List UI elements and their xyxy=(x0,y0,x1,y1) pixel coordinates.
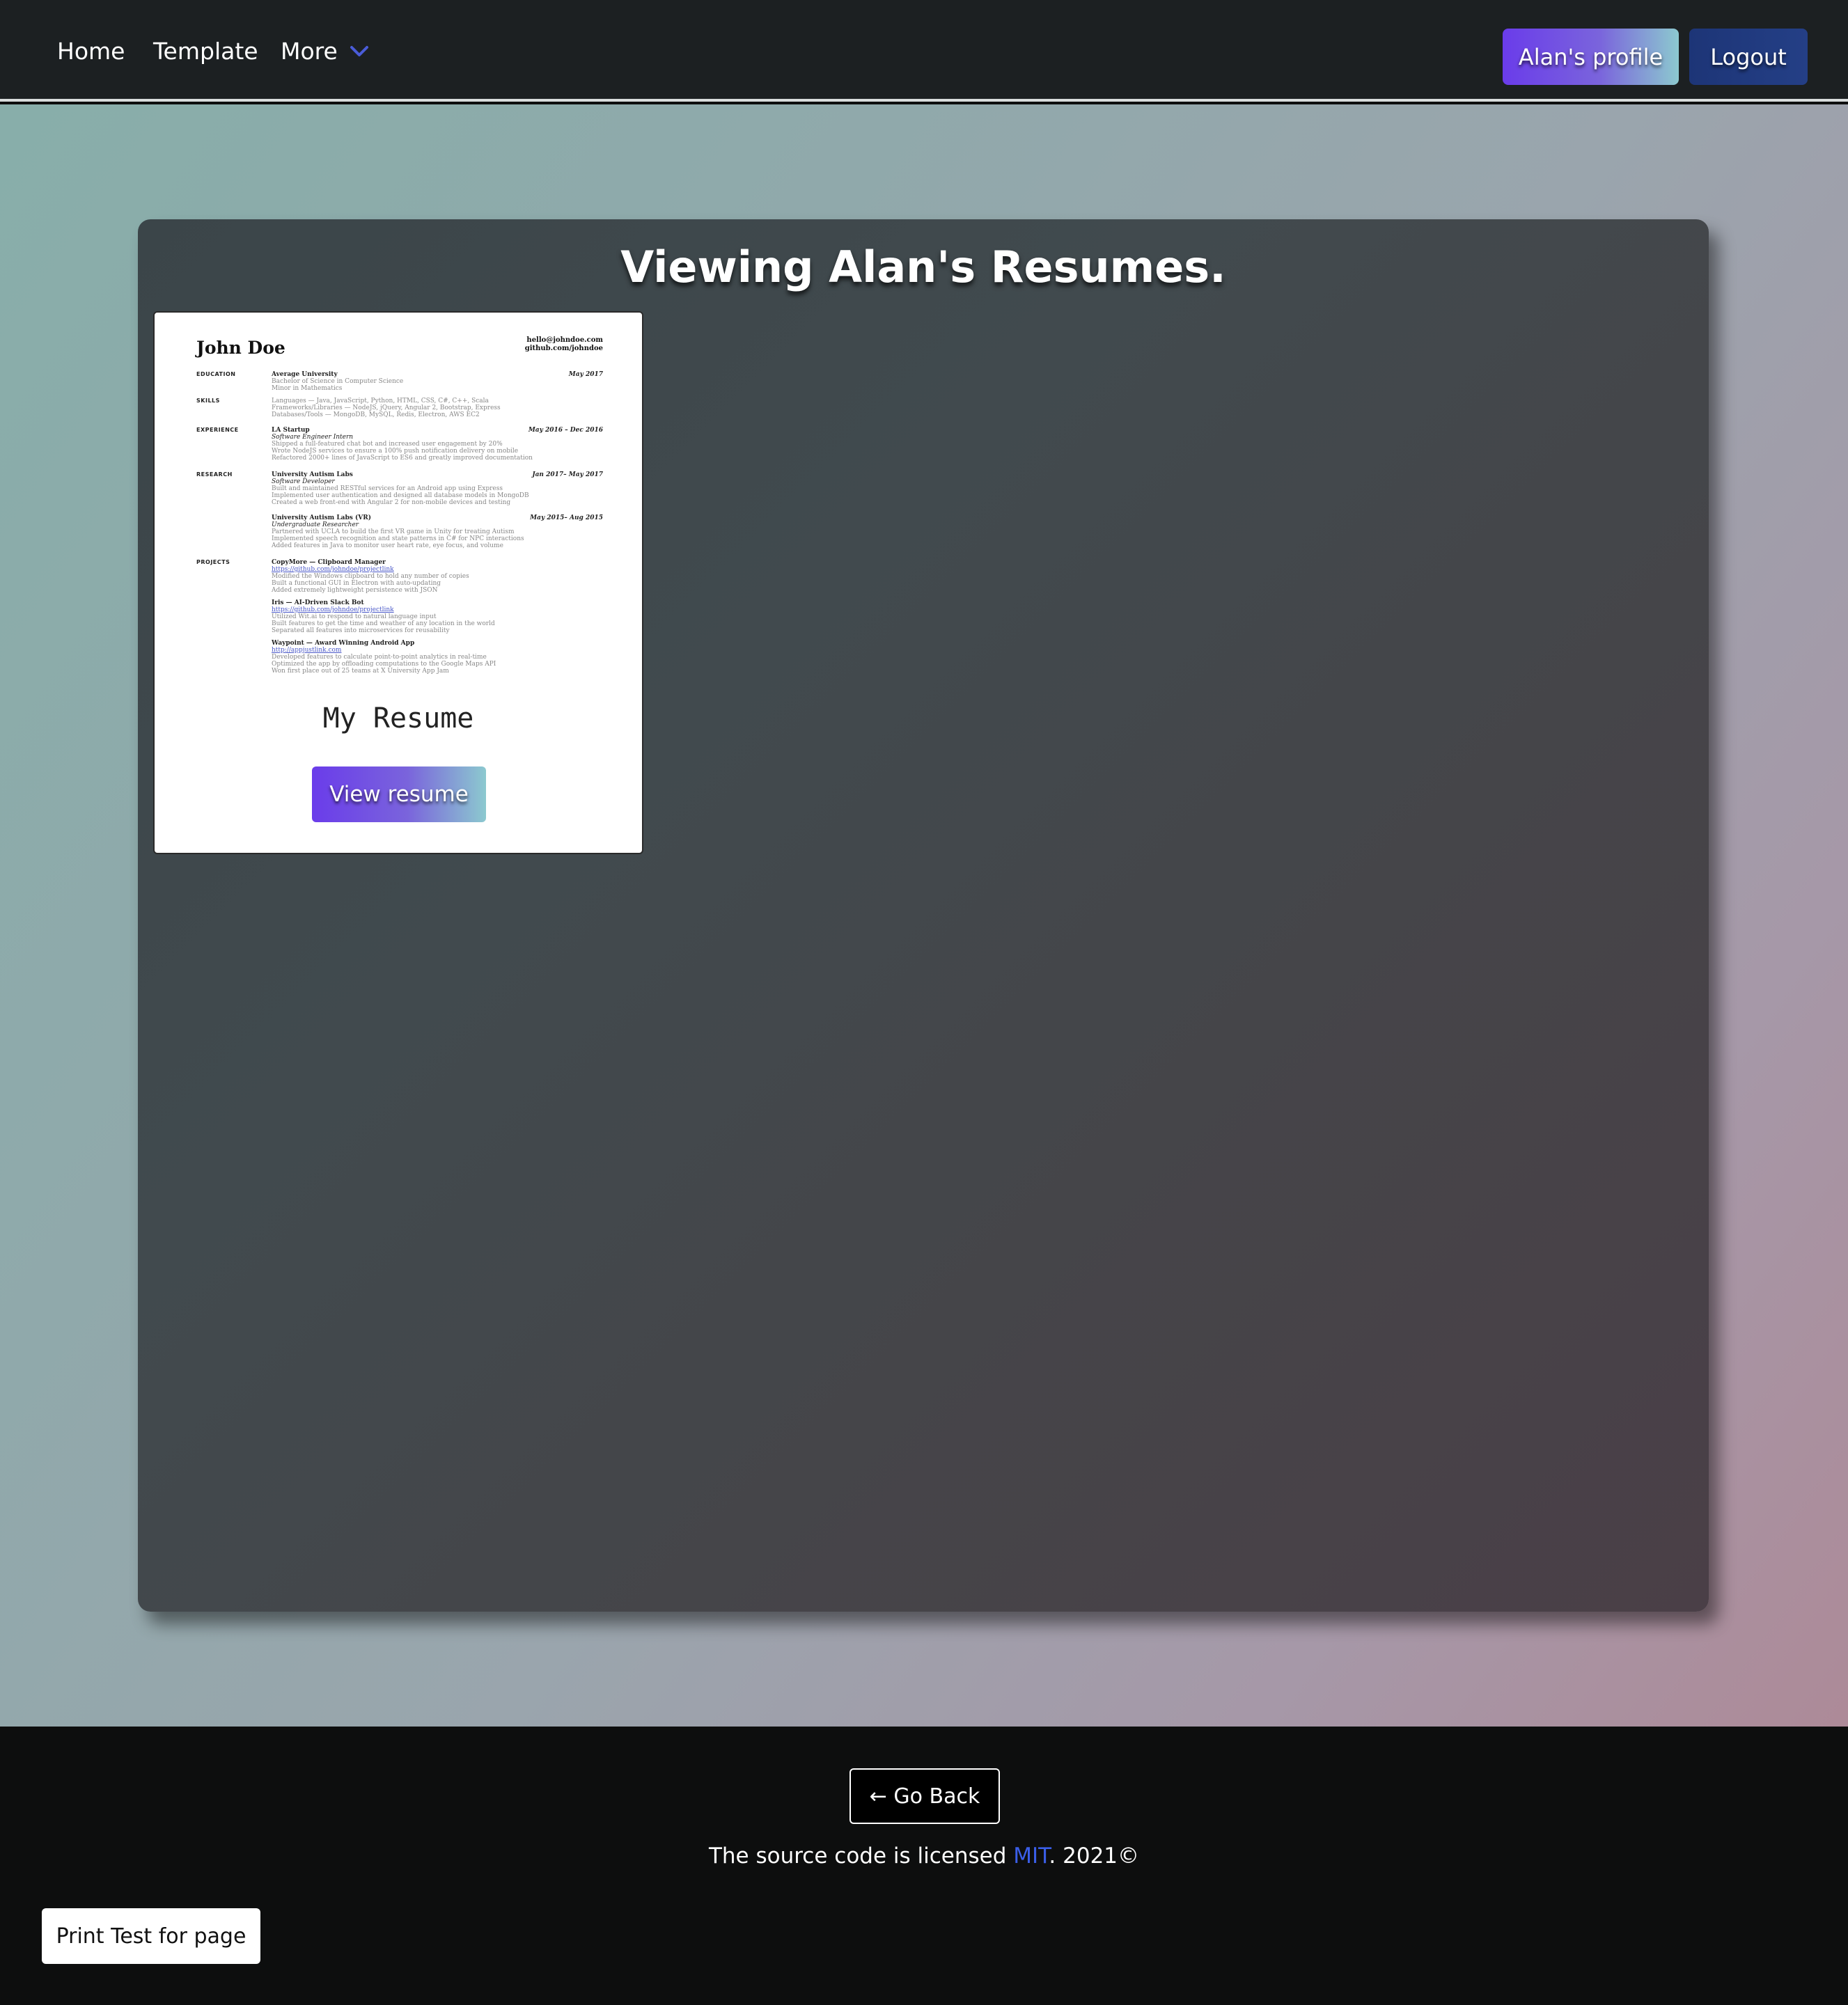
view-resume-button[interactable]: View resume xyxy=(312,766,486,822)
preview-project-1: CopyMore — Clipboard Manager https://git… xyxy=(272,559,469,594)
nav-home-link[interactable]: Home xyxy=(57,36,125,68)
go-back-button[interactable]: ← Go Back xyxy=(849,1768,1000,1824)
page-title: Viewing Alan's Resumes. xyxy=(620,242,1226,292)
preview-section-label: EXPERIENCE xyxy=(196,427,239,433)
resume-title: My Resume xyxy=(322,702,474,734)
preview-research-1: University Autism Labs Jan 2017– May 201… xyxy=(272,471,603,506)
preview-contact: hello@johndoe.com github.com/johndoe xyxy=(524,336,603,352)
profile-button[interactable]: Alan's profile xyxy=(1503,29,1679,85)
preview-research-2: University Autism Labs (VR) May 2015– Au… xyxy=(272,514,603,549)
preview-section-label: EDUCATION xyxy=(196,371,236,377)
preview-section-label: SKILLS xyxy=(196,398,220,404)
preview-project-2: Iris — AI-Driven Slack Bot https://githu… xyxy=(272,599,495,634)
logout-button[interactable]: Logout xyxy=(1689,29,1808,85)
resume-preview-thumbnail: John Doe hello@johndoe.com github.com/jo… xyxy=(177,328,622,690)
footer: ← Go Back The source code is licensed MI… xyxy=(0,1727,1848,2005)
preview-section-label: RESEARCH xyxy=(196,471,233,478)
preview-project-3: Waypoint — Award Winning Android App htt… xyxy=(272,640,496,675)
top-navbar: Home Template More Alan's profile Logout xyxy=(0,0,1848,102)
preview-education: Average University May 2017 Bachelor of … xyxy=(272,371,603,392)
preview-name: John Doe xyxy=(196,338,285,358)
preview-section-label: PROJECTS xyxy=(196,559,230,565)
mit-license-link[interactable]: MIT xyxy=(1013,1843,1049,1869)
print-test-button[interactable]: Print Test for page xyxy=(42,1908,260,1964)
license-text: The source code is licensed MIT. 2021© xyxy=(708,1843,1140,1869)
resume-card: John Doe hello@johndoe.com github.com/jo… xyxy=(153,311,643,854)
preview-experience: LA Startup May 2016 – Dec 2016 Software … xyxy=(272,427,603,462)
resumes-panel: Viewing Alan's Resumes. John Doe hello@j… xyxy=(138,219,1709,1612)
chevron-down-icon[interactable] xyxy=(350,45,369,58)
nav-template-link[interactable]: Template xyxy=(153,36,258,68)
preview-skills: Languages — Java, JavaScript, Python, HT… xyxy=(272,398,501,418)
nav-more-dropdown[interactable]: More xyxy=(281,36,338,68)
main-content: Viewing Alan's Resumes. John Doe hello@j… xyxy=(0,104,1848,1727)
